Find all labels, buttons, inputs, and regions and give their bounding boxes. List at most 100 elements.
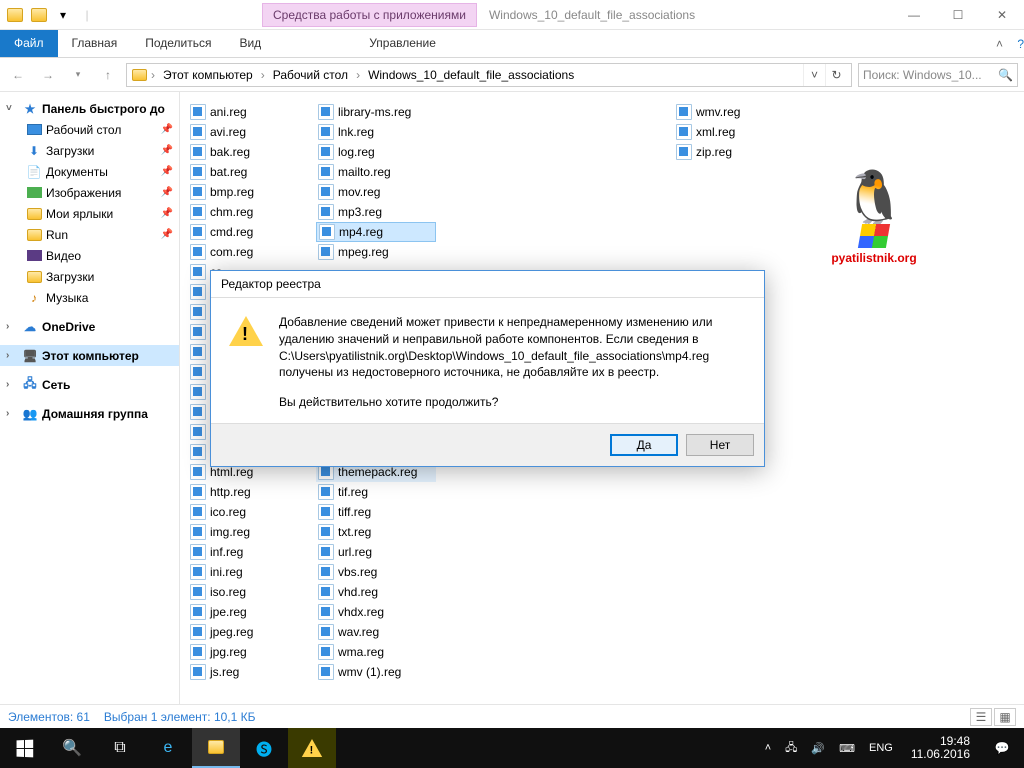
file-item[interactable]: bak.reg xyxy=(188,142,308,162)
start-button[interactable] xyxy=(0,728,48,768)
file-item[interactable]: mp4.reg xyxy=(316,222,436,242)
nav-my-shortcuts[interactable]: Мои ярлыки📌 xyxy=(0,203,179,224)
pin-icon: 📌 xyxy=(161,187,173,198)
file-item[interactable]: txt.reg xyxy=(316,522,436,542)
file-item[interactable]: http.reg xyxy=(188,482,308,502)
tab-view[interactable]: Вид xyxy=(225,30,275,57)
dialog-yes-button[interactable]: Да xyxy=(610,434,678,456)
nav-pictures[interactable]: Изображения📌 xyxy=(0,182,179,203)
nav-music[interactable]: ♪Музыка xyxy=(0,287,179,308)
task-view-button[interactable]: ⧉ xyxy=(96,728,144,768)
chevron-right-icon[interactable]: › xyxy=(151,68,155,82)
nav-documents[interactable]: 📄Документы📌 xyxy=(0,161,179,182)
file-item[interactable]: cmd.reg xyxy=(188,222,308,242)
nav-desktop[interactable]: Рабочий стол📌 xyxy=(0,119,179,140)
file-item[interactable]: url.reg xyxy=(316,542,436,562)
view-large-button[interactable]: ▦ xyxy=(994,708,1016,726)
file-item[interactable]: wav.reg xyxy=(316,622,436,642)
minimize-button[interactable]: — xyxy=(892,0,936,30)
nav-network[interactable]: ›🖧Сеть xyxy=(0,374,179,395)
folder-open-icon[interactable] xyxy=(28,4,50,26)
file-name: bat.reg xyxy=(210,165,247,179)
file-item[interactable]: log.reg xyxy=(316,142,436,162)
file-item[interactable]: js.reg xyxy=(188,662,308,682)
file-item[interactable]: zip.reg xyxy=(674,142,794,162)
tray-keyboard-icon[interactable]: ⌨ xyxy=(835,742,859,755)
help-icon[interactable]: ? xyxy=(1017,37,1024,51)
nav-forward-button[interactable]: → xyxy=(36,63,60,87)
crumb-folder[interactable]: Windows_10_default_file_associations xyxy=(364,66,578,84)
tray-volume-icon[interactable]: 🔊 xyxy=(807,742,829,755)
file-item[interactable]: mailto.reg xyxy=(316,162,436,182)
nav-run[interactable]: Run📌 xyxy=(0,224,179,245)
file-item[interactable]: tif.reg xyxy=(316,482,436,502)
tray-clock[interactable]: 19:48 11.06.2016 xyxy=(903,735,978,761)
file-item[interactable]: ani.reg xyxy=(188,102,308,122)
search-input[interactable]: Поиск: Windows_10... 🔍 xyxy=(858,63,1018,87)
nav-up-button[interactable]: ↑ xyxy=(96,63,120,87)
file-item[interactable]: bmp.reg xyxy=(188,182,308,202)
taskbar-edge[interactable]: e xyxy=(144,728,192,768)
tab-manage[interactable]: Управление xyxy=(355,30,450,57)
maximize-button[interactable]: ☐ xyxy=(936,0,980,30)
nav-onedrive[interactable]: ›☁OneDrive xyxy=(0,316,179,337)
close-button[interactable]: ✕ xyxy=(980,0,1024,30)
file-item[interactable]: tiff.reg xyxy=(316,502,436,522)
nav-quick-access[interactable]: ˅★Панель быстрого до xyxy=(0,98,179,119)
nav-homegroup[interactable]: ›👥Домашняя группа xyxy=(0,403,179,424)
file-item[interactable]: avi.reg xyxy=(188,122,308,142)
chevron-right-icon[interactable]: › xyxy=(261,68,265,82)
dialog-no-button[interactable]: Нет xyxy=(686,434,754,456)
file-item[interactable]: ini.reg xyxy=(188,562,308,582)
tab-file[interactable]: Файл xyxy=(0,30,58,57)
file-item[interactable]: xml.reg xyxy=(674,122,794,142)
tab-share[interactable]: Поделиться xyxy=(131,30,225,57)
nav-downloads[interactable]: ⬇Загрузки📌 xyxy=(0,140,179,161)
view-details-button[interactable]: ☰ xyxy=(970,708,992,726)
taskbar-explorer[interactable] xyxy=(192,728,240,768)
file-item[interactable]: lnk.reg xyxy=(316,122,436,142)
file-item[interactable]: library-ms.reg xyxy=(316,102,436,122)
file-item[interactable]: iso.reg xyxy=(188,582,308,602)
tray-network-icon[interactable]: 🖧 xyxy=(781,739,801,758)
ribbon-collapse-icon[interactable]: ˄ xyxy=(996,37,1017,51)
file-item[interactable]: jpg.reg xyxy=(188,642,308,662)
tray-language[interactable]: ENG xyxy=(865,742,897,754)
nav-video[interactable]: Видео xyxy=(0,245,179,266)
file-item[interactable]: mp3.reg xyxy=(316,202,436,222)
file-item[interactable]: jpe.reg xyxy=(188,602,308,622)
file-item[interactable]: chm.reg xyxy=(188,202,308,222)
taskbar-search-button[interactable]: 🔍 xyxy=(48,728,96,768)
file-item[interactable]: vbs.reg xyxy=(316,562,436,582)
file-item[interactable]: wmv.reg xyxy=(674,102,794,122)
nav-recent-dropdown[interactable]: ▾ xyxy=(66,63,90,87)
file-item[interactable]: wma.reg xyxy=(316,642,436,662)
file-item[interactable]: jpeg.reg xyxy=(188,622,308,642)
qat-dropdown-icon[interactable]: ▾ xyxy=(52,4,74,26)
crumb-this-pc[interactable]: Этот компьютер xyxy=(159,66,257,84)
taskbar-regedit-warning[interactable] xyxy=(288,728,336,768)
file-item[interactable]: img.reg xyxy=(188,522,308,542)
taskbar-skype[interactable]: 🅢 xyxy=(240,728,288,768)
nav-this-pc[interactable]: ›🖥Этот компьютер xyxy=(0,345,179,366)
file-item[interactable]: inf.reg xyxy=(188,542,308,562)
search-icon[interactable]: 🔍 xyxy=(998,68,1013,82)
file-item[interactable]: bat.reg xyxy=(188,162,308,182)
address-dropdown-icon[interactable]: ˅ xyxy=(803,64,825,86)
file-item[interactable]: mov.reg xyxy=(316,182,436,202)
file-item[interactable]: vhd.reg xyxy=(316,582,436,602)
chevron-right-icon[interactable]: › xyxy=(356,68,360,82)
action-center-icon[interactable]: 💬 xyxy=(984,728,1020,768)
address-box[interactable]: › Этот компьютер › Рабочий стол › Window… xyxy=(126,63,852,87)
tray-chevron-up-icon[interactable]: ˄ xyxy=(761,742,775,754)
nav-back-button[interactable]: ← xyxy=(6,63,30,87)
nav-downloads-2[interactable]: Загрузки xyxy=(0,266,179,287)
crumb-desktop[interactable]: Рабочий стол xyxy=(269,66,352,84)
tab-home[interactable]: Главная xyxy=(58,30,132,57)
file-item[interactable]: ico.reg xyxy=(188,502,308,522)
file-item[interactable]: com.reg xyxy=(188,242,308,262)
refresh-icon[interactable]: ↻ xyxy=(825,64,847,86)
file-item[interactable]: mpeg.reg xyxy=(316,242,436,262)
file-item[interactable]: vhdx.reg xyxy=(316,602,436,622)
file-item[interactable]: wmv (1).reg xyxy=(316,662,436,682)
